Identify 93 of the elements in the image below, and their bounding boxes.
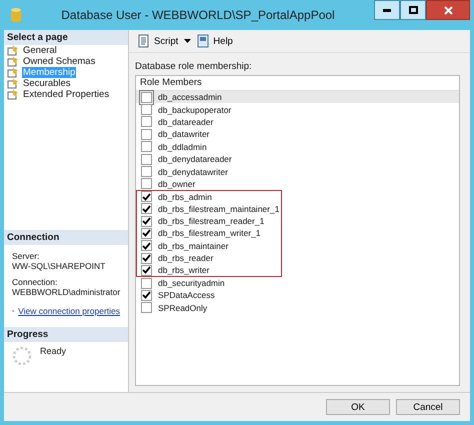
checkbox[interactable] [141,104,152,116]
role-membership-label: Database role membership: [135,61,253,72]
role-row[interactable]: db_ddladmin [136,140,282,153]
section-heading: Progress [4,327,128,342]
progress-status: Ready [40,346,66,358]
role-name: db_datareader [158,116,214,127]
role-row[interactable]: db_rbs_reader [136,252,282,264]
checkbox[interactable] [141,278,152,289]
role-name: db_rbs_reader [158,253,214,264]
role-row[interactable]: db_rbs_admin [136,190,282,203]
checkbox[interactable] [141,141,152,152]
minimize-button[interactable] [374,0,400,20]
page-item[interactable]: General [4,45,128,56]
checkbox[interactable] [141,264,152,276]
role-name: SPDataAccess [158,290,215,300]
role-row[interactable]: db_datareader [136,116,282,128]
server-value: WW-SQL\SHAREPOINT [12,261,106,271]
checkbox[interactable] [141,203,152,214]
role-name: db_datawriter [158,129,210,140]
role-name: db_rbs_writer [158,265,210,276]
role-row[interactable]: db_rbs_writer [136,264,282,277]
role-name: db_rbs_filestream_writer_1 [158,228,261,238]
role-row[interactable]: SPDataAccess [136,289,282,302]
page-item[interactable]: Extended Properties [4,89,128,100]
role-name: db_securityadmin [158,278,225,288]
role-name: db_accessadmin [158,92,222,102]
checkbox[interactable] [141,178,152,190]
cancel-button[interactable]: Cancel [396,399,460,415]
role-row[interactable]: db_securityadmin [136,276,282,290]
checkbox[interactable] [141,154,152,165]
connection-properties-link[interactable]: View connection properties [18,306,120,316]
connection-value: WEBBWORLD\administrator [12,287,120,297]
checkbox[interactable] [141,191,152,202]
maximize-button[interactable] [400,0,426,20]
role-row[interactable]: db_rbs_filestream_maintainer_1 [136,202,282,215]
help-button[interactable]: Help [195,34,235,48]
checkbox[interactable] [141,252,152,264]
role-name: SPReadOnly [158,302,208,313]
role-name: db_owner [158,178,196,189]
role-row[interactable]: db_datawriter [136,128,282,141]
role-name: db_rbs_filestream_reader_1 [158,216,264,226]
role-name: db_rbs_filestream_maintainer_1 [158,204,280,214]
script-icon [137,34,151,48]
spinner-icon [12,346,32,366]
role-name: db_rbs_admin [158,192,212,202]
checkbox[interactable] [141,228,152,239]
checkbox[interactable] [141,216,152,227]
role-name: db_ddladmin [158,142,207,152]
dropdown-arrow-icon[interactable] [184,39,192,43]
page-icon [7,45,19,56]
checkbox[interactable] [141,290,152,301]
checkbox[interactable] [141,92,152,103]
checkbox[interactable] [141,240,152,252]
role-row[interactable]: db_backupoperator [136,103,282,116]
server-label: Server: [12,251,40,261]
script-button[interactable]: Script [135,34,180,48]
role-row[interactable]: db_denydatawriter [136,165,282,178]
maximize-icon [408,6,418,14]
role-row[interactable]: SPReadOnly [136,302,282,314]
role-name: db_denydatareader [158,154,232,164]
page-icon [7,56,19,67]
connection-label: Connection: [12,277,58,287]
role-row[interactable]: db_owner [136,178,282,190]
page-label[interactable]: Securables [22,78,72,89]
page-label[interactable]: Extended Properties [22,89,110,100]
role-row[interactable]: db_rbs_filestream_reader_1 [136,214,282,228]
role-name: db_backupoperator [158,104,232,115]
database-icon [10,7,22,23]
close-icon [444,6,452,14]
checkbox[interactable] [141,116,152,128]
page-icon [7,78,19,89]
window-title: Database User - WEBBWORLD\SP_PortalAppPool [60,8,336,22]
role-row[interactable]: db_accessadmin [136,91,459,104]
role-name: db_denydatawriter [158,166,228,177]
section-heading: Connection [4,230,128,245]
role-name: db_rbs_maintainer [158,240,228,251]
ok-button[interactable]: OK [326,399,390,415]
checkbox[interactable] [141,166,152,178]
minimize-icon [383,8,391,12]
page-icon [7,67,19,78]
page-item[interactable]: Owned Schemas [4,56,128,67]
help-book-icon [197,34,210,48]
checkbox[interactable] [141,302,152,314]
page-label[interactable]: Owned Schemas [22,56,96,67]
role-row[interactable]: db_rbs_maintainer [136,240,282,252]
page-label[interactable]: General [22,45,58,56]
page-icon [7,89,19,100]
close-button[interactable] [426,0,470,20]
role-row[interactable]: db_rbs_filestream_writer_1 [136,227,282,240]
page-item[interactable]: Securables [4,78,128,89]
section-heading: Select a page [4,30,128,45]
role-row[interactable]: db_denydatareader [136,152,282,166]
checkbox[interactable] [141,128,152,140]
